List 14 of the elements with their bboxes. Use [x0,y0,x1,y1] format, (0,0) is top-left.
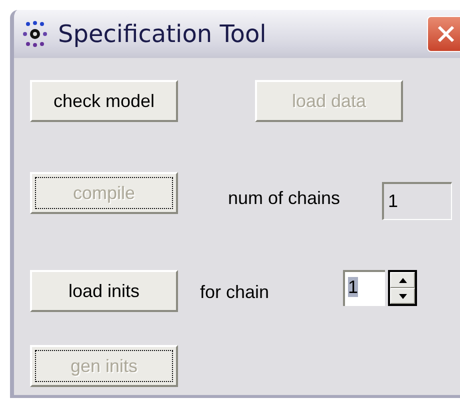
close-button[interactable] [427,16,460,52]
down-arrow-icon [398,294,406,298]
action-button[interactable]: load inits [30,270,178,312]
app-icon [22,21,48,47]
spinner-field[interactable]: 1 [343,270,385,306]
up-arrow-icon [398,278,406,282]
input-field[interactable]: 1 [382,182,452,220]
spin-down-button[interactable] [390,288,415,304]
window-title: Specification Tool [58,20,268,48]
field-label: num of chains [228,188,342,209]
action-button[interactable]: check model [30,80,178,122]
field-label: for chain [200,282,270,303]
close-icon [436,24,456,44]
spin-up-button[interactable] [390,272,415,288]
